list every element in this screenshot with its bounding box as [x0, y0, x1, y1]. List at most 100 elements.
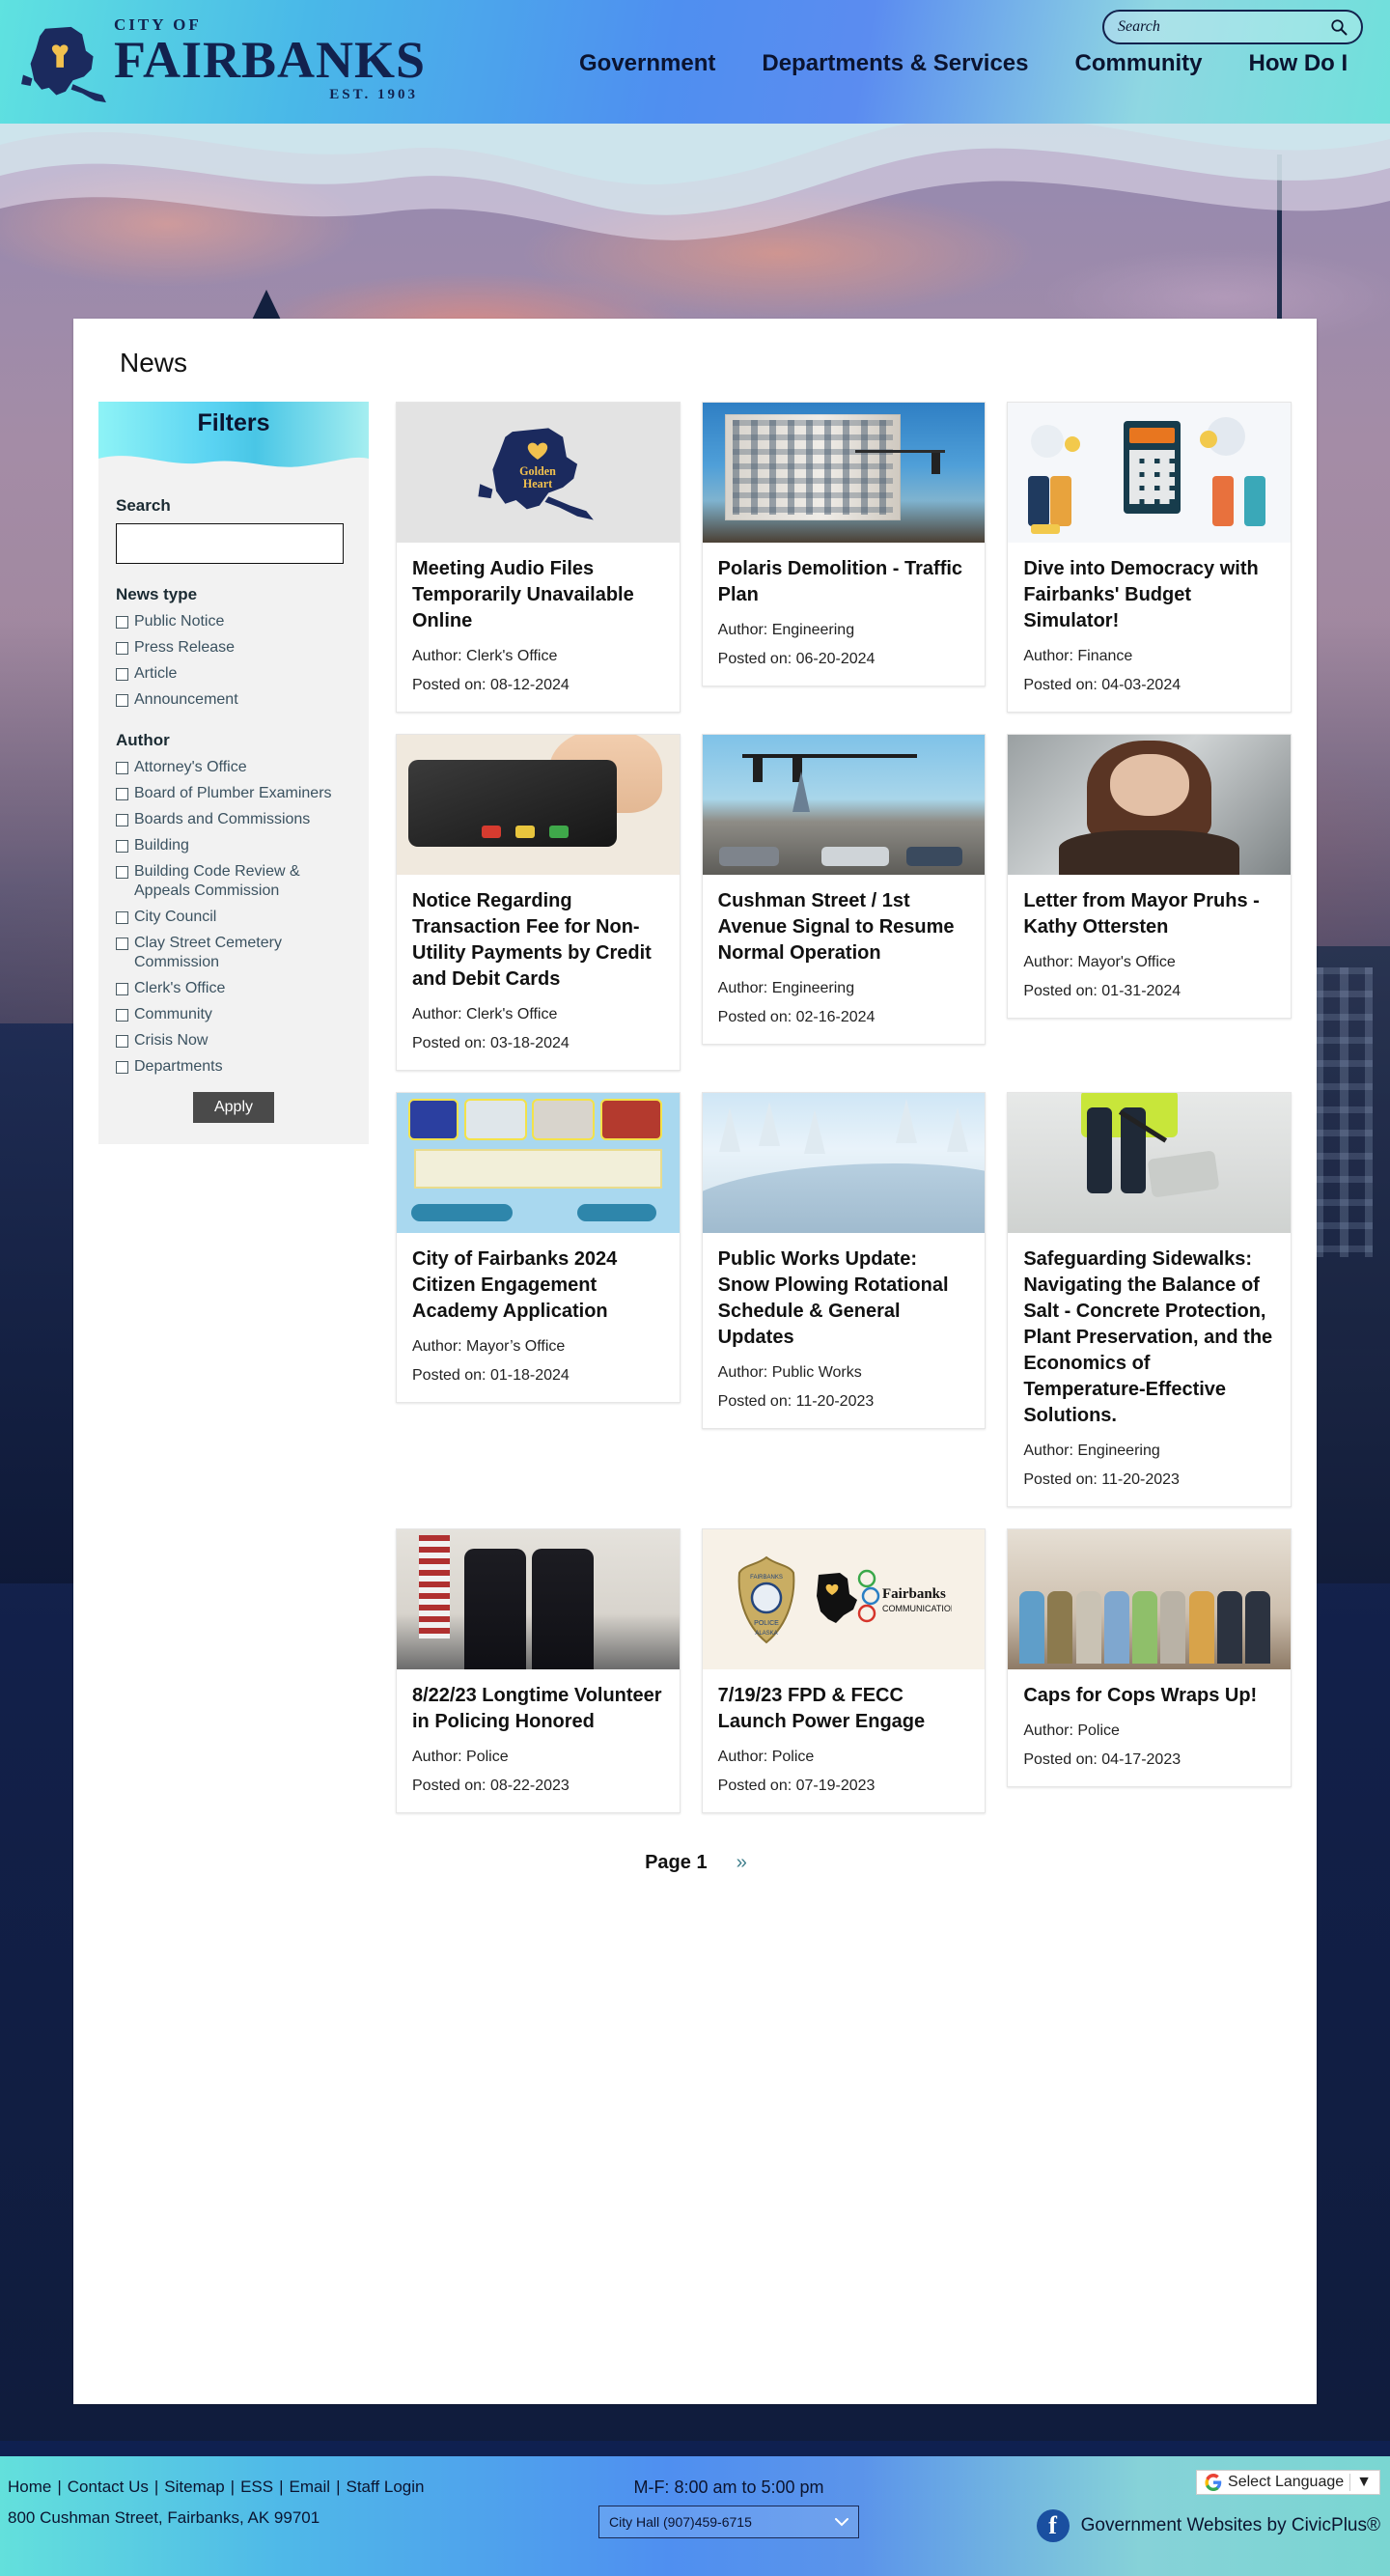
- footer-address: 800 Cushman Street, Fairbanks, AK 99701: [8, 2508, 320, 2527]
- checkbox-box-icon[interactable]: [116, 694, 128, 707]
- checkbox-box-icon[interactable]: [116, 938, 128, 950]
- news-card-title[interactable]: 8/22/23 Longtime Volunteer in Policing H…: [412, 1683, 664, 1735]
- footer-link-home[interactable]: Home: [8, 2478, 51, 2496]
- pagination: Page 1 ››: [98, 1852, 1292, 1874]
- checkbox-building-code-review-appeals-commission[interactable]: Building Code Review & Appeals Commissio…: [116, 862, 351, 901]
- checkbox-box-icon[interactable]: [116, 911, 128, 924]
- checkbox-departments[interactable]: Departments: [116, 1057, 351, 1077]
- news-card-title[interactable]: Polaris Demolition - Traffic Plan: [718, 556, 970, 608]
- footer-separator: |: [153, 2478, 159, 2496]
- main-navigation: Government Departments & Services Commun…: [579, 50, 1348, 77]
- checkbox-clerks-office[interactable]: Clerk's Office: [116, 979, 351, 998]
- nav-item-departments-services[interactable]: Departments & Services: [762, 50, 1028, 77]
- checkbox-label: City Council: [134, 909, 217, 925]
- checkbox-clay-street-cemetery-commission[interactable]: Clay Street Cemetery Commission: [116, 934, 351, 972]
- checkbox-public-notice[interactable]: Public Notice: [116, 612, 351, 631]
- header-search-input[interactable]: [1118, 18, 1330, 36]
- footer-phone-select[interactable]: City Hall (907)459-6715: [598, 2506, 859, 2538]
- news-card-title[interactable]: Public Works Update: Snow Plowing Rotati…: [718, 1246, 970, 1351]
- checkbox-board-of-plumber-examiners[interactable]: Board of Plumber Examiners: [116, 784, 351, 803]
- checkbox-box-icon[interactable]: [116, 642, 128, 655]
- news-card[interactable]: Golden Heart Meeting Audio Files Tempora…: [396, 402, 681, 713]
- nav-item-government[interactable]: Government: [579, 50, 715, 77]
- news-card[interactable]: Polaris Demolition - Traffic Plan Author…: [701, 402, 987, 686]
- news-card-author: Author: Police: [1023, 1722, 1120, 1739]
- checkbox-building[interactable]: Building: [116, 836, 351, 855]
- news-card[interactable]: FAIRBANKS POLICE ALASKA Fairbanks COMMUN…: [701, 1528, 987, 1813]
- checkbox-box-icon[interactable]: [116, 1061, 128, 1074]
- news-card[interactable]: 8/22/23 Longtime Volunteer in Policing H…: [396, 1528, 681, 1813]
- footer-link-sitemap[interactable]: Sitemap: [164, 2478, 224, 2496]
- news-card[interactable]: Cushman Street / 1st Avenue Signal to Re…: [701, 734, 987, 1045]
- checkbox-box-icon[interactable]: [116, 983, 128, 995]
- nav-item-community[interactable]: Community: [1075, 50, 1203, 77]
- news-card-title[interactable]: Notice Regarding Transaction Fee for Non…: [412, 888, 664, 993]
- news-card-title[interactable]: Meeting Audio Files Temporarily Unavaila…: [412, 556, 664, 634]
- police-badge-icon: FAIRBANKS POLICE ALASKA: [737, 1555, 795, 1643]
- footer-top-rule: [0, 2441, 1390, 2456]
- select-language-widget[interactable]: Select Language ▼: [1196, 2470, 1380, 2495]
- footer-link-email[interactable]: Email: [290, 2478, 331, 2496]
- checkbox-box-icon[interactable]: [116, 668, 128, 681]
- news-card[interactable]: Letter from Mayor Pruhs - Kathy Otterste…: [1007, 734, 1292, 1019]
- sidebar-search-label: Search: [116, 496, 171, 515]
- checkbox-box-icon[interactable]: [116, 762, 128, 774]
- checkbox-boards-and-commissions[interactable]: Boards and Commissions: [116, 810, 351, 829]
- checkbox-label: Crisis Now: [134, 1032, 208, 1049]
- filters-title: Filters: [197, 409, 270, 436]
- news-card-title[interactable]: Dive into Democracy with Fairbanks' Budg…: [1023, 556, 1275, 634]
- news-card-posted-date: Posted on: 03-18-2024: [412, 1035, 570, 1051]
- apply-filters-button[interactable]: Apply: [192, 1092, 275, 1123]
- checkbox-press-release[interactable]: Press Release: [116, 638, 351, 658]
- news-card[interactable]: Caps for Cops Wraps Up! Author: Police P…: [1007, 1528, 1292, 1787]
- news-card[interactable]: City of Fairbanks 2024 Citizen Engagemen…: [396, 1092, 681, 1403]
- footer-link-ess[interactable]: ESS: [240, 2478, 273, 2496]
- checkbox-attorneys-office[interactable]: Attorney's Office: [116, 758, 351, 777]
- facebook-icon[interactable]: f: [1036, 2509, 1070, 2542]
- search-icon[interactable]: [1330, 18, 1348, 36]
- checkbox-box-icon[interactable]: [116, 1035, 128, 1048]
- footer-office-hours: M-F: 8:00 am to 5:00 pm: [633, 2478, 824, 2497]
- sidebar-search-input[interactable]: [116, 523, 344, 564]
- checkbox-box-icon[interactable]: [116, 866, 128, 879]
- shoveling-sidewalk-image: [1008, 1093, 1291, 1233]
- checkbox-article[interactable]: Article: [116, 664, 351, 684]
- checkbox-box-icon[interactable]: [116, 840, 128, 853]
- page-title: News: [120, 348, 188, 378]
- google-g-icon: [1205, 2474, 1222, 2491]
- news-card-posted-date: Posted on: 08-12-2024: [412, 677, 570, 693]
- news-card-posted-date: Posted on: 04-17-2023: [1023, 1751, 1182, 1768]
- news-card-title[interactable]: 7/19/23 FPD & FECC Launch Power Engage: [718, 1683, 970, 1735]
- checkbox-community[interactable]: Community: [116, 1005, 351, 1024]
- checkbox-box-icon[interactable]: [116, 616, 128, 629]
- news-card-title[interactable]: Letter from Mayor Pruhs - Kathy Otterste…: [1023, 888, 1275, 940]
- news-card[interactable]: Notice Regarding Transaction Fee for Non…: [396, 734, 681, 1071]
- fpd-fecc-logos-image: FAIRBANKS POLICE ALASKA Fairbanks COMMUN…: [702, 1529, 986, 1669]
- checkbox-box-icon[interactable]: [116, 788, 128, 800]
- checkbox-box-icon[interactable]: [116, 814, 128, 826]
- news-card-title[interactable]: City of Fairbanks 2024 Citizen Engagemen…: [412, 1246, 664, 1325]
- next-page-button[interactable]: ››: [737, 1852, 747, 1874]
- checkbox-box-icon[interactable]: [116, 1009, 128, 1022]
- checkbox-label: Building Code Review & Appeals Commissio…: [134, 863, 300, 899]
- svg-text:COMMUNICATIONS: COMMUNICATIONS: [882, 1604, 952, 1613]
- news-card-title[interactable]: Cushman Street / 1st Avenue Signal to Re…: [718, 888, 970, 966]
- checkbox-city-council[interactable]: City Council: [116, 908, 351, 927]
- chevron-down-icon[interactable]: ▼: [1356, 2474, 1372, 2491]
- news-card-posted-date: Posted on: 06-20-2024: [717, 651, 876, 667]
- footer-link-staff-login[interactable]: Staff Login: [346, 2478, 424, 2496]
- header-search-box[interactable]: [1102, 10, 1363, 44]
- news-card[interactable]: Safeguarding Sidewalks: Navigating the B…: [1007, 1092, 1292, 1507]
- news-card-title[interactable]: Safeguarding Sidewalks: Navigating the B…: [1023, 1246, 1275, 1429]
- chevron-down-icon[interactable]: [835, 2517, 848, 2527]
- footer-link-contact-us[interactable]: Contact Us: [68, 2478, 149, 2496]
- nav-item-how-do-i[interactable]: How Do I: [1249, 50, 1348, 77]
- checkbox-crisis-now[interactable]: Crisis Now: [116, 1031, 351, 1050]
- news-card-author: Author: Mayor's Office: [1023, 954, 1176, 970]
- news-card-title[interactable]: Caps for Cops Wraps Up!: [1023, 1683, 1275, 1709]
- checkbox-announcement[interactable]: Announcement: [116, 690, 351, 710]
- svg-text:Fairbanks: Fairbanks: [882, 1586, 946, 1602]
- news-card[interactable]: Public Works Update: Snow Plowing Rotati…: [701, 1092, 987, 1429]
- site-logo[interactable]: CITY OF FAIRBANKS EST. 1903: [17, 8, 425, 116]
- news-card[interactable]: Dive into Democracy with Fairbanks' Budg…: [1007, 402, 1292, 713]
